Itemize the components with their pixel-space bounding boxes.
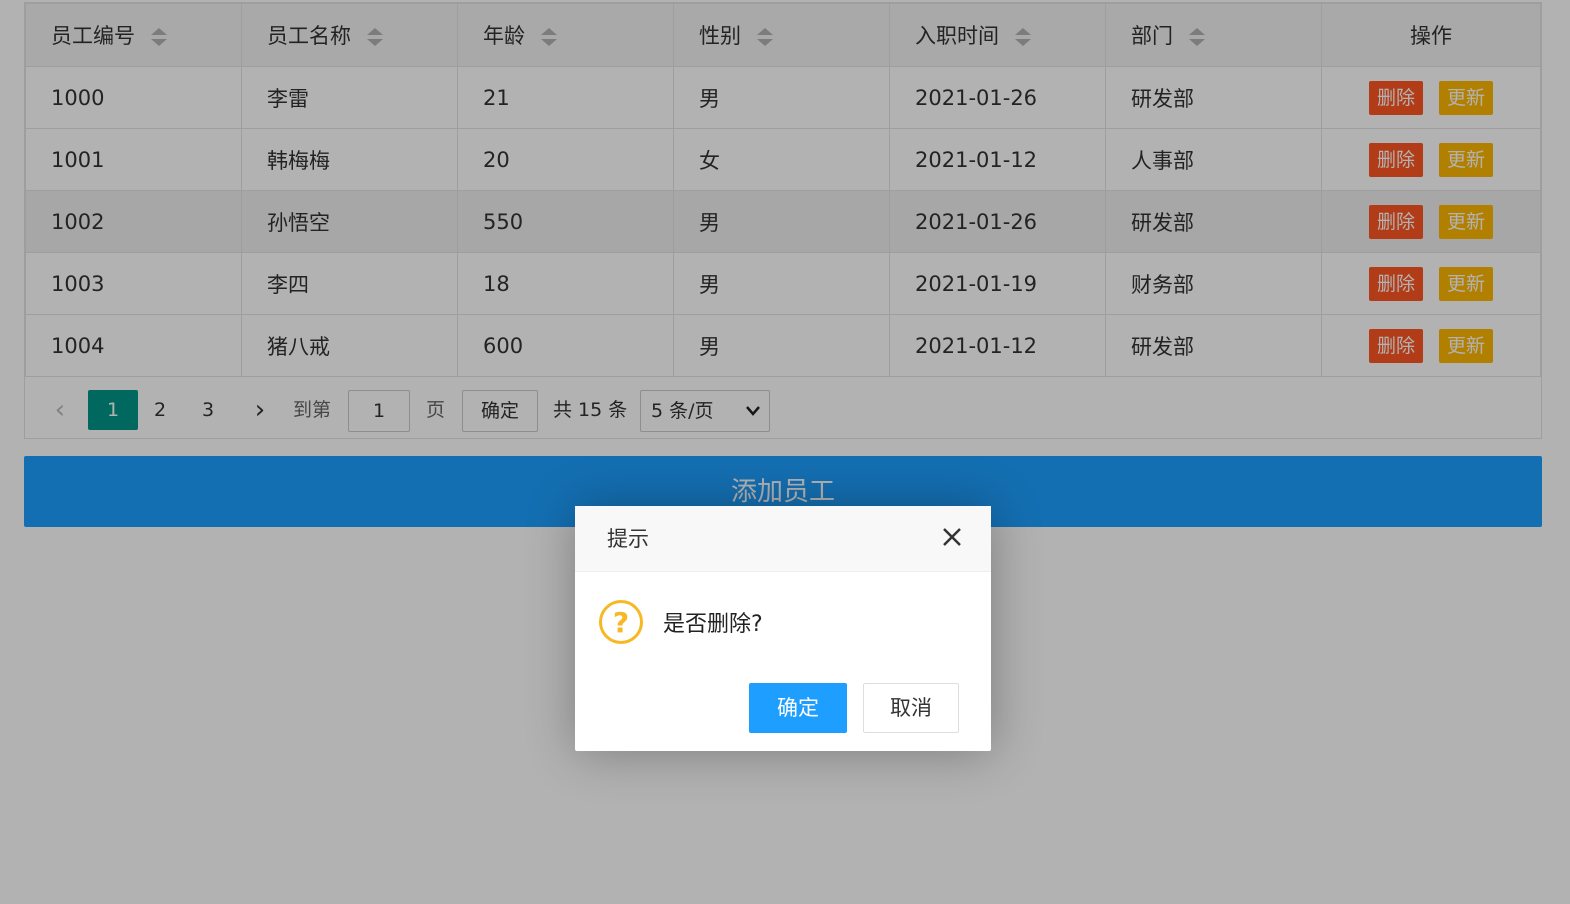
modal-overlay[interactable] bbox=[0, 0, 1570, 904]
cancel-button[interactable]: 取消 bbox=[863, 683, 959, 733]
dialog-title: 提示 bbox=[575, 506, 991, 572]
dialog-message: 是否删除? bbox=[663, 612, 763, 637]
close-icon[interactable] bbox=[939, 524, 965, 550]
confirm-dialog: 提示 ? 是否删除? 确定 取消 bbox=[575, 506, 991, 751]
question-icon: ? bbox=[599, 600, 643, 644]
confirm-button[interactable]: 确定 bbox=[749, 683, 847, 733]
page: 员工编号 员工名称 年龄 性别 入职时间 部门 操作 1000 李雷 21 男 … bbox=[0, 0, 1570, 904]
